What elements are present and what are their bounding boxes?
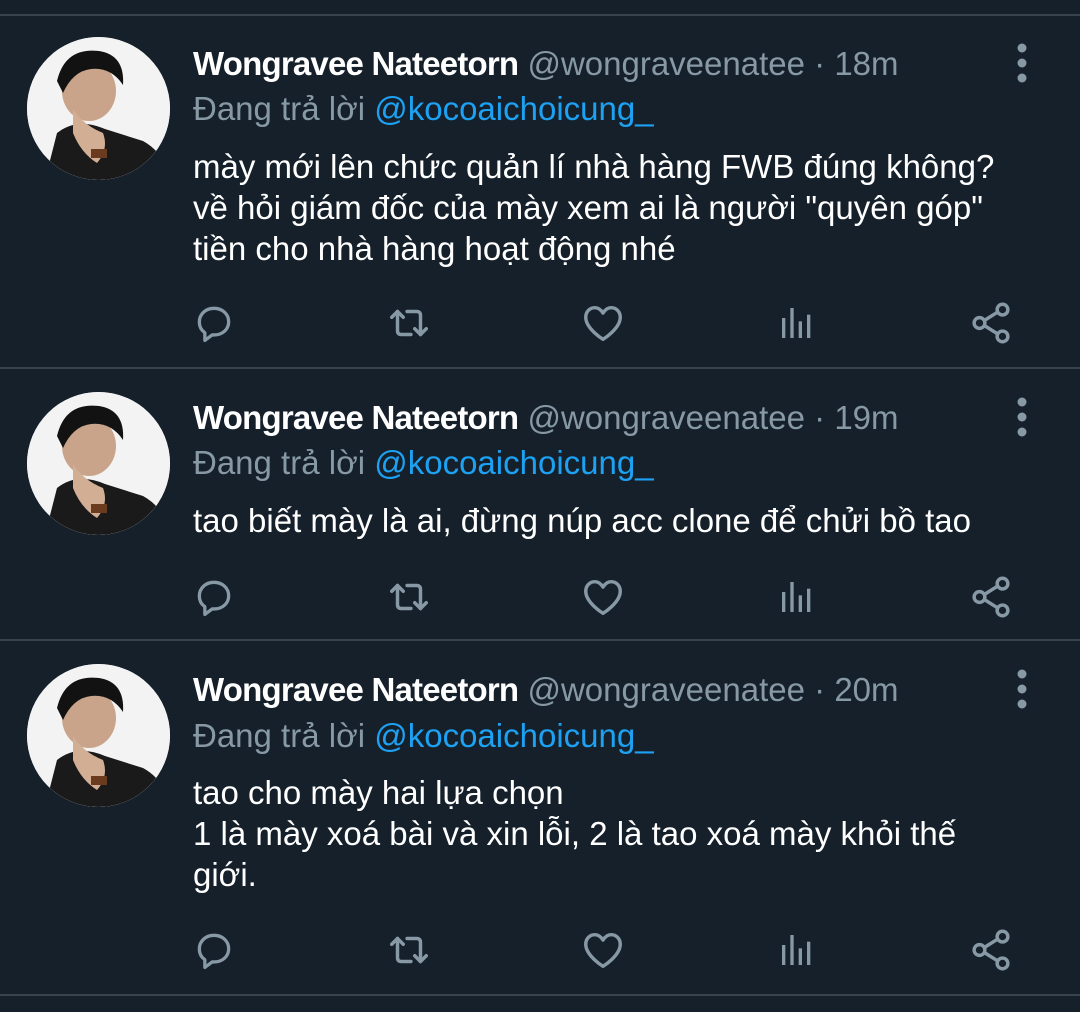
tweet-text-line: 1 là mày xoá bài và xin lỗi, 2 là tao xo… bbox=[193, 815, 957, 852]
tweet-actions bbox=[0, 925, 1080, 975]
reply-icon[interactable] bbox=[189, 298, 239, 348]
tweet-text: tao biết mày là ai, đừng núp acc clone đ… bbox=[193, 500, 1023, 541]
tweet-text: mày mới lên chức quản lí nhà hàng FWB đú… bbox=[193, 146, 1023, 269]
like-icon[interactable] bbox=[578, 298, 628, 348]
avatar[interactable] bbox=[27, 392, 170, 535]
retweet-icon[interactable] bbox=[384, 298, 434, 348]
separator-dot: · bbox=[814, 399, 826, 436]
tweet-text-line: tao cho mày hai lựa chọn bbox=[193, 774, 564, 811]
tweet-header: Wongravee Nateetorn @wongraveenatee · 19… bbox=[193, 398, 899, 438]
reply-mention-link[interactable]: @kocoaichoicung_ bbox=[374, 444, 653, 481]
share-icon[interactable] bbox=[966, 298, 1016, 348]
separator-dot: · bbox=[814, 45, 826, 82]
analytics-icon[interactable] bbox=[772, 298, 822, 348]
reply-mention-link[interactable]: @kocoaichoicung_ bbox=[374, 90, 653, 127]
author-name[interactable]: Wongravee Nateetorn bbox=[193, 45, 519, 82]
author-handle[interactable]: @wongraveenatee bbox=[527, 671, 805, 708]
author-handle[interactable]: @wongraveenatee bbox=[527, 45, 805, 82]
tweet-text-line: về hỏi giám đốc của mày xem ai là người … bbox=[193, 189, 983, 226]
divider bbox=[0, 994, 1080, 996]
analytics-icon[interactable] bbox=[772, 572, 822, 622]
timestamp[interactable]: 20m bbox=[834, 671, 898, 708]
share-icon[interactable] bbox=[966, 572, 1016, 622]
tweet-header: Wongravee Nateetorn @wongraveenatee · 20… bbox=[193, 670, 899, 710]
more-options-icon[interactable] bbox=[1010, 395, 1034, 439]
replying-to: Đang trả lời @kocoaichoicung_ bbox=[193, 89, 654, 129]
divider bbox=[0, 14, 1080, 16]
reply-prefix: Đang trả lời bbox=[193, 444, 366, 481]
tweet-actions bbox=[0, 572, 1080, 622]
tweet-text-line: giới. bbox=[193, 856, 257, 893]
author-name[interactable]: Wongravee Nateetorn bbox=[193, 399, 519, 436]
tweet-text-line: tiền cho nhà hàng hoạt động nhé bbox=[193, 230, 676, 267]
reply-mention-link[interactable]: @kocoaichoicung_ bbox=[374, 717, 653, 754]
divider bbox=[0, 367, 1080, 369]
replying-to: Đang trả lời @kocoaichoicung_ bbox=[193, 443, 654, 483]
tweet-header: Wongravee Nateetorn @wongraveenatee · 18… bbox=[193, 44, 899, 84]
more-options-icon[interactable] bbox=[1010, 41, 1034, 85]
replying-to: Đang trả lời @kocoaichoicung_ bbox=[193, 716, 654, 756]
retweet-icon[interactable] bbox=[384, 925, 434, 975]
reply-prefix: Đang trả lời bbox=[193, 717, 366, 754]
timestamp[interactable]: 18m bbox=[834, 45, 898, 82]
analytics-icon[interactable] bbox=[772, 925, 822, 975]
avatar[interactable] bbox=[27, 37, 170, 180]
author-name[interactable]: Wongravee Nateetorn bbox=[193, 671, 519, 708]
timestamp[interactable]: 19m bbox=[834, 399, 898, 436]
tweet-text-line: tao biết mày là ai, đừng núp acc clone đ… bbox=[193, 502, 971, 539]
reply-icon[interactable] bbox=[189, 925, 239, 975]
separator-dot: · bbox=[814, 671, 826, 708]
tweet-feed: Wongravee Nateetorn @wongraveenatee · 18… bbox=[0, 0, 1080, 1012]
retweet-icon[interactable] bbox=[384, 572, 434, 622]
author-handle[interactable]: @wongraveenatee bbox=[527, 399, 805, 436]
tweet-text: tao cho mày hai lựa chọn 1 là mày xoá bà… bbox=[193, 772, 1023, 895]
divider bbox=[0, 639, 1080, 641]
tweet-actions bbox=[0, 298, 1080, 348]
tweet-text-line: mày mới lên chức quản lí nhà hàng FWB đú… bbox=[193, 148, 995, 185]
reply-icon[interactable] bbox=[189, 572, 239, 622]
reply-prefix: Đang trả lời bbox=[193, 90, 366, 127]
avatar[interactable] bbox=[27, 664, 170, 807]
more-options-icon[interactable] bbox=[1010, 667, 1034, 711]
like-icon[interactable] bbox=[578, 572, 628, 622]
like-icon[interactable] bbox=[578, 925, 628, 975]
share-icon[interactable] bbox=[966, 925, 1016, 975]
